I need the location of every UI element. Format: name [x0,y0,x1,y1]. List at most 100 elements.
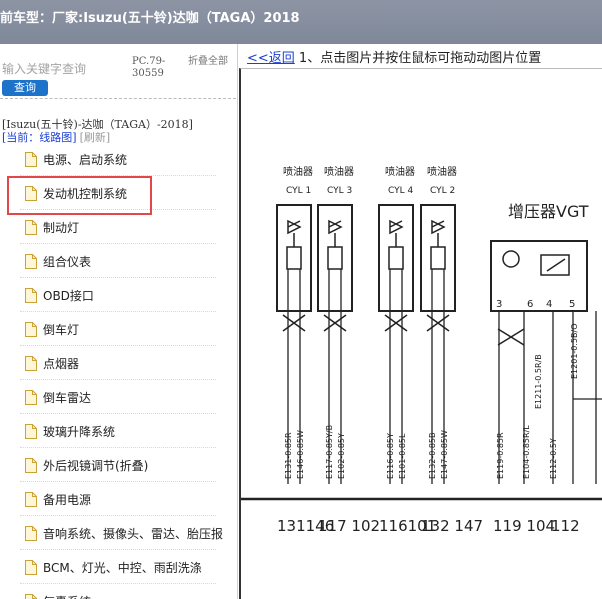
tree-item-label: OBD接口 [43,289,94,303]
injector-label: 喷油器 [324,165,354,178]
wire-label: E104-0.85R/L [522,425,531,479]
title-bar: 前车型：厂家:Isuzu(五十铃)达咖（TAGA）2018 [0,0,602,44]
left-panel: 查询 PC.79-30559 折叠全部 [Isuzu(五十铃)-达咖（TAGA）… [0,44,238,599]
collapse-all-link[interactable]: 折叠全部 [188,56,228,68]
tree-item-label: 外后视镜调节(折叠) [43,459,149,473]
vgt-pin-number: 3 [496,299,502,310]
connector-symbol [497,328,525,346]
file-icon [25,424,37,439]
tree-item-label: 发动机控制系统 [43,187,128,201]
model-code: PC.79-30559 [132,56,166,79]
valve-symbol [287,219,302,235]
coil-symbol [286,246,302,270]
tree-item[interactable]: 电源、启动系统 [20,142,216,176]
divider [0,98,236,99]
wire-label: E132-0.85B [428,432,437,479]
wire-label: E112-0.5Y [549,438,558,479]
tree-item-label: 制动灯 [43,221,80,235]
file-icon [25,220,37,235]
coil-symbol [388,246,404,270]
tree-item[interactable]: 音响系统、摄像头、雷达、胎压报 [20,516,223,550]
injector-label: 喷油器 [427,165,457,178]
tree-item[interactable]: 气囊系统 [20,584,216,599]
connector-symbol [384,314,408,332]
wire-label: E131-0.85R [284,432,293,479]
injector-label: 喷油器 [283,165,313,178]
tree-item[interactable]: 外后视镜调节(折叠) [20,448,216,482]
file-icon [25,458,37,473]
tree-item[interactable]: 发动机控制系统 [7,176,216,215]
wire-label: E146-0.85W [296,430,305,479]
tree-item[interactable]: 倒车雷达 [20,380,216,414]
right-panel: <<返回 1、点击图片并按住鼠标可拖动动图片位置 喷油器 CYL 1 E131-0.… [239,44,602,599]
file-icon [25,492,37,507]
injector-box [317,204,353,312]
file-icon [25,390,37,405]
back-link[interactable]: <<返回 [247,51,295,66]
title-maker: 厂家:Isuzu(五十铃)达咖（TAGA）2018 [52,11,300,26]
pin-numbers: 119 104 [493,517,555,535]
tree-item[interactable]: 制动灯 [20,210,216,244]
tree-item-label: BCM、灯光、中控、雨刮洗涤 [43,561,202,575]
tree-item[interactable]: 备用电源 [20,482,216,516]
connector-symbol [323,314,347,332]
motor-symbol [502,250,520,268]
search-input[interactable] [2,60,124,78]
vgt-label: 增压器VGT [508,202,589,221]
diagram-viewer[interactable]: 喷油器 CYL 1 E131-0.85R E146-0.85W 131146 喷油器 CYL… [239,68,602,599]
pin-numbers: 112 [551,517,580,535]
file-icon [25,594,37,599]
vgt-pin-number: 6 [527,299,533,310]
wiring-diagram[interactable]: 喷油器CYL 1E131-0.85R E146-0.85W131146喷油器CYL… [241,69,602,599]
tree-item[interactable]: 点烟器 [20,346,216,380]
pin-numbers: 117 102 [318,517,380,535]
wire-label: E102-0.85Y [337,433,346,479]
tree-item-label: 倒车雷达 [43,391,92,405]
wire-label: E116-0.85Y [386,433,395,479]
search-button[interactable]: 查询 [2,80,48,96]
cylinder-label: CYL 4 [388,186,413,196]
coil-symbol [327,246,343,270]
file-icon [25,356,37,371]
pin-numbers: 132 147 [421,517,483,535]
tree-item[interactable]: 倒车灯 [20,312,216,346]
coil-symbol [430,246,446,270]
connector-symbol [282,314,306,332]
tree-item[interactable]: 组合仪表 [20,244,216,278]
title-prefix: 前车型： [0,11,53,26]
wire-label: E1201-0.5B/O [570,323,579,379]
file-icon [25,526,37,541]
tree-item[interactable]: OBD接口 [20,278,216,312]
tree-item-label: 组合仪表 [43,255,92,269]
file-icon [25,288,37,303]
file-icon [25,322,37,337]
tree-list: 电源、启动系统 发动机控制系统 制动灯组合仪表 OBD接口倒车灯点烟器倒车雷达玻璃升降… [0,142,237,599]
cylinder-label: CYL 2 [430,186,455,196]
injector-box [378,204,414,312]
tree-item-label: 音响系统、摄像头、雷达、胎压报 [43,527,224,541]
tree-item-label: 电源、启动系统 [43,153,128,167]
wire-label: E119-0.85R [496,432,505,479]
vgt-pin-number: 5 [569,299,575,310]
valve-symbol [431,219,446,235]
vgt-pin-number: 4 [546,299,552,310]
injector-box [420,204,456,312]
instruction-text: 1、点击图片并按住鼠标可拖动动图片位置 [294,51,542,66]
tree-item-label: 玻璃升降系统 [43,425,116,439]
tree-item[interactable]: 玻璃升降系统 [20,414,216,448]
file-icon [25,186,37,201]
cylinder-label: CYL 1 [286,186,311,196]
valve-symbol [328,219,343,235]
tree-item-label: 备用电源 [43,493,92,507]
connector-symbol [426,314,450,332]
tree-item-label: 点烟器 [43,357,80,371]
wire-label: E147-0.85W [440,430,449,479]
cylinder-label: CYL 3 [327,186,352,196]
file-icon [25,254,37,269]
wire-label: E1211-0.5R/B [534,354,543,409]
wire-label: E101-0.85L [398,433,407,479]
wire-label: E117-0.85Y/B [325,425,334,479]
valve-symbol [389,219,404,235]
app-window: 前车型：厂家:Isuzu(五十铃)达咖（TAGA）2018 查询 PC.79-3… [0,0,602,599]
tree-item[interactable]: BCM、灯光、中控、雨刮洗涤 [20,550,216,584]
